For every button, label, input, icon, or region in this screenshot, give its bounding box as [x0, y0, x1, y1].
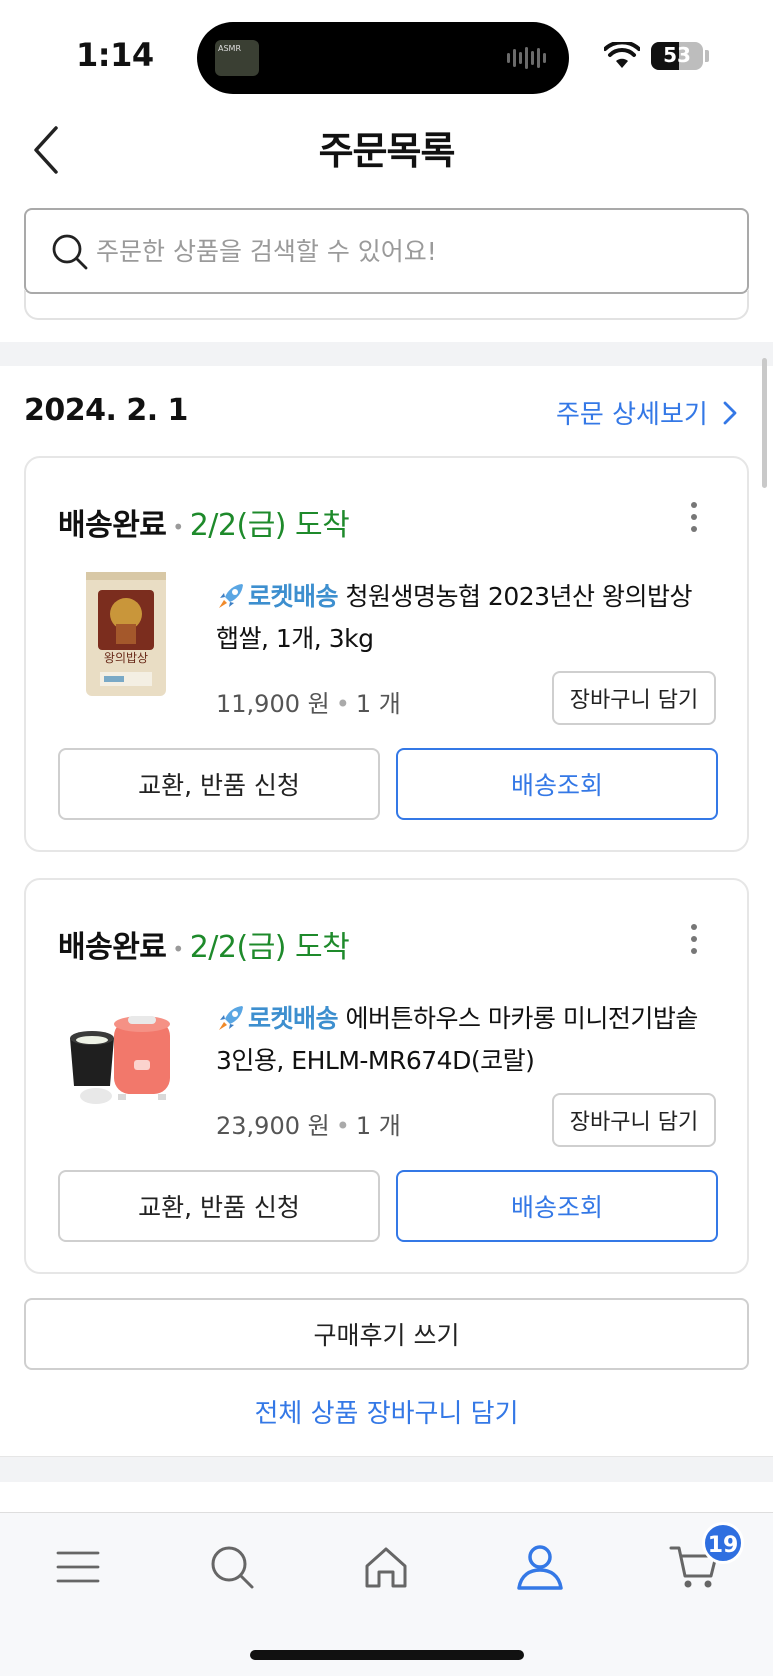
rocket-icon — [219, 1006, 243, 1030]
delivery-status: 배송완료 • 2/2(금) 도착 — [58, 922, 350, 966]
add-to-cart-button[interactable]: 장바구니 담기 — [552, 1093, 716, 1147]
rocket-icon — [219, 584, 243, 608]
now-playing-thumbnail: ASMR — [215, 40, 259, 76]
exchange-return-button[interactable]: 교환, 반품 신청 — [58, 748, 380, 820]
add-to-cart-button[interactable]: 장바구니 담기 — [552, 671, 716, 725]
track-delivery-button[interactable]: 배송조회 — [396, 748, 718, 820]
separator-dot: • — [172, 936, 184, 961]
rice-bag-image[interactable]: 왕의밥상 — [56, 568, 194, 706]
chevron-right-icon — [723, 401, 737, 424]
order-search-box[interactable] — [24, 208, 749, 294]
arrival-date: 2/2(금) 도착 — [189, 508, 350, 543]
more-options-icon[interactable] — [689, 502, 699, 538]
account-icon[interactable] — [510, 1537, 570, 1597]
search-icon[interactable] — [202, 1537, 262, 1597]
menu-icon[interactable] — [48, 1537, 108, 1597]
page-title: 주문목록 — [318, 129, 456, 173]
home-indicator[interactable] — [250, 1650, 524, 1660]
write-review-button[interactable]: 구매후기 쓰기 — [24, 1298, 749, 1370]
price-quantity: 11,900 원 • 1 개 — [216, 690, 401, 718]
search-input[interactable] — [96, 224, 716, 278]
order-date: 2024. 2. 1 — [24, 393, 188, 428]
battery-tip — [705, 50, 709, 62]
rocket-delivery-label: 로켓배송 — [248, 1004, 339, 1033]
wifi-icon — [604, 42, 640, 68]
status-label: 배송완료 — [58, 930, 167, 965]
separator-dot: • — [172, 514, 184, 539]
search-icon — [52, 234, 88, 270]
quantity: 1 개 — [355, 1112, 401, 1140]
audio-wave-icon — [507, 46, 546, 70]
more-options-icon[interactable] — [689, 924, 699, 960]
price: 23,900 원 — [216, 1112, 330, 1140]
status-bar: 1:14 ASMR 53 — [0, 0, 773, 110]
home-icon[interactable] — [356, 1537, 416, 1597]
status-label: 배송완료 — [58, 508, 167, 543]
cart-count-badge: 19 — [702, 1522, 744, 1564]
add-all-to-cart-link[interactable]: 전체 상품 장바구니 담기 — [0, 1393, 773, 1430]
delivery-status: 배송완료 • 2/2(금) 도착 — [58, 500, 350, 544]
order-detail-link[interactable]: 주문 상세보기 — [556, 394, 738, 431]
order-item-card: 배송완료 • 2/2(금) 도착 로켓배송 에버튼하우스 마카롱 미니전기밥솥 3인… — [24, 878, 749, 1274]
price: 11,900 원 — [216, 690, 330, 718]
product-name[interactable]: 로켓배송 청원생명농협 2023년산 왕의밥상 햅쌀, 1개, 3kg — [216, 576, 716, 660]
previous-card-edge — [24, 290, 749, 320]
quantity: 1 개 — [355, 690, 401, 718]
battery-icon: 53 — [651, 42, 703, 70]
arrival-date: 2/2(금) 도착 — [189, 930, 350, 965]
product-name[interactable]: 로켓배송 에버튼하우스 마카롱 미니전기밥솥 3인용, EHLM-MR674D(… — [216, 998, 716, 1082]
section-divider — [0, 1456, 773, 1482]
order-item-card: 배송완료 • 2/2(금) 도착 왕의밥상 로켓배송 청원생명농협 2023년산 왕… — [24, 456, 749, 852]
order-detail-label: 주문 상세보기 — [556, 400, 708, 430]
battery-level: 53 — [663, 43, 691, 67]
rice-cooker-image[interactable] — [56, 990, 194, 1128]
status-time: 1:14 — [76, 36, 154, 74]
rocket-delivery-label: 로켓배송 — [248, 582, 339, 611]
exchange-return-button[interactable]: 교환, 반품 신청 — [58, 1170, 380, 1242]
track-delivery-button[interactable]: 배송조회 — [396, 1170, 718, 1242]
dynamic-island[interactable]: ASMR — [197, 22, 569, 94]
scrollbar[interactable] — [762, 358, 767, 488]
section-divider — [0, 342, 773, 366]
svg-text:왕의밥상: 왕의밥상 — [104, 651, 148, 665]
price-quantity: 23,900 원 • 1 개 — [216, 1112, 401, 1140]
